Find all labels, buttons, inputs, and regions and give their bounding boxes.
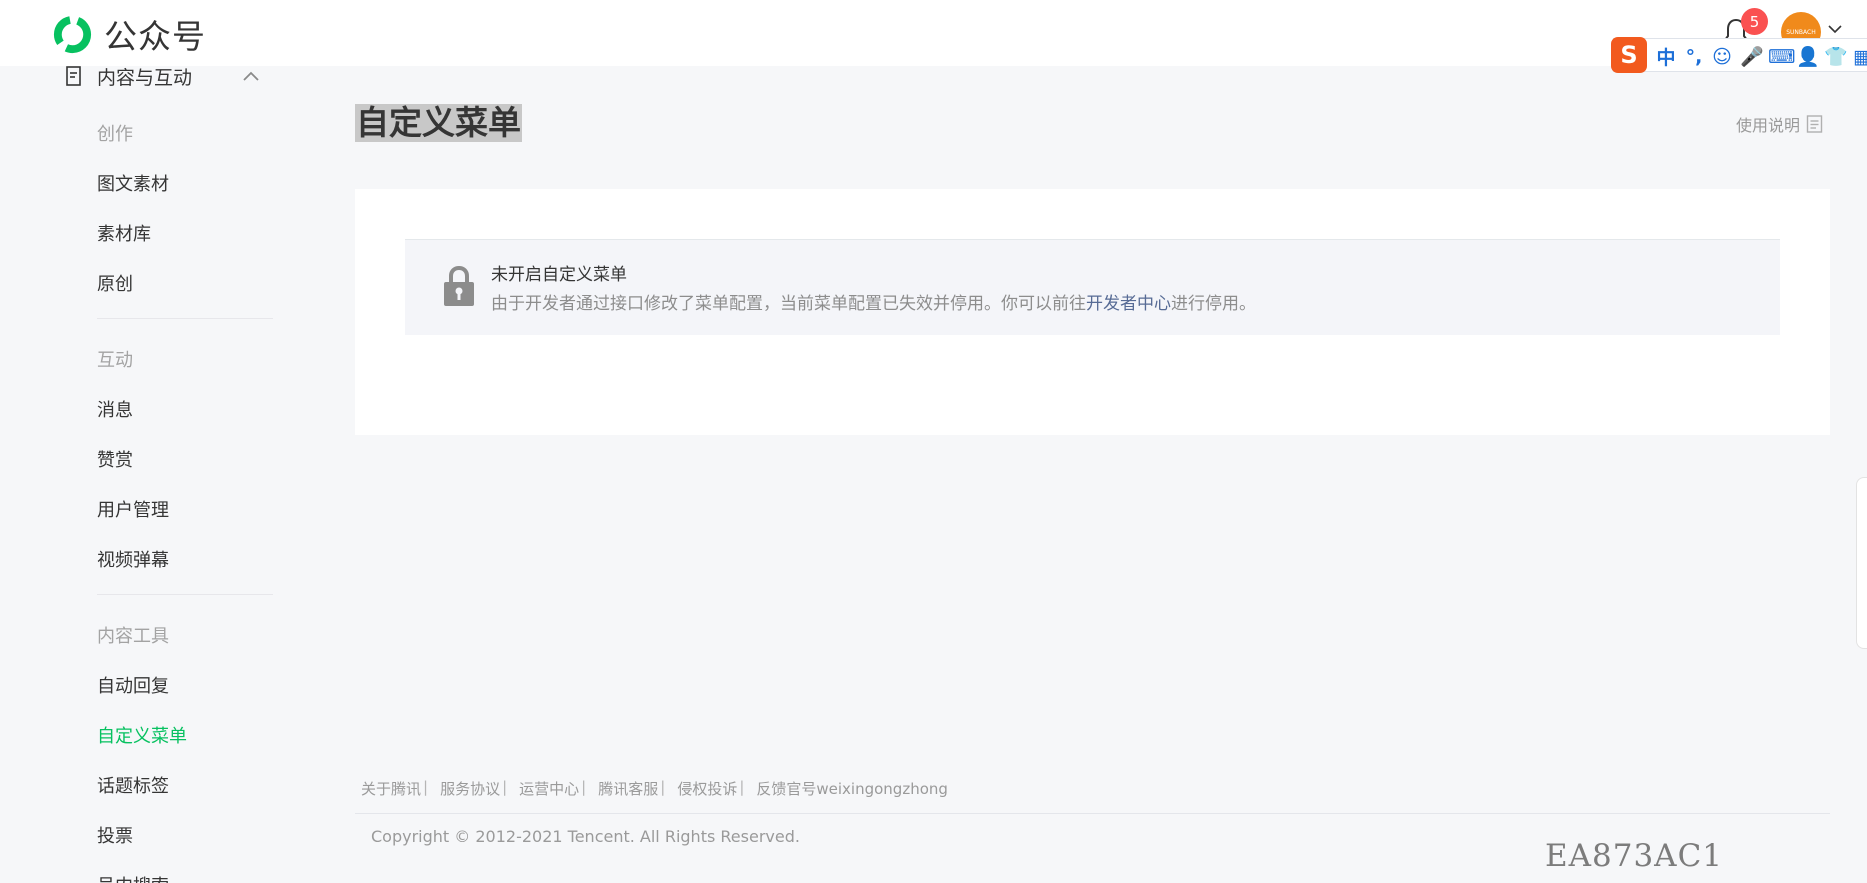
- footer-link-feedback[interactable]: 反馈官号weixingongzhong: [756, 778, 948, 799]
- sidebar-category-tools: 内容工具: [97, 626, 169, 647]
- side-drawer-tab[interactable]: [1856, 477, 1867, 649]
- emoji-icon[interactable]: ☺: [1712, 46, 1732, 68]
- toolbox-icon[interactable]: ▦: [1852, 46, 1867, 68]
- sidebar-item-rewards[interactable]: 赞赏: [97, 446, 133, 472]
- document-icon: [66, 66, 81, 86]
- sidebar-item-search[interactable]: 号内搜索: [97, 872, 169, 883]
- copyright-text: Copyright © 2012-2021 Tencent. All Right…: [371, 827, 800, 846]
- skin-icon[interactable]: 👕: [1824, 45, 1848, 68]
- content-card: 未开启自定义菜单 由于开发者通过接口修改了菜单配置，当前菜单配置已失效并停用。你…: [355, 189, 1830, 435]
- lock-icon: [444, 265, 474, 306]
- sidebar-category-interact: 互动: [97, 350, 133, 371]
- usage-guide-link[interactable]: 使用说明: [1736, 112, 1823, 136]
- page-title: 自定义菜单: [355, 103, 522, 142]
- footer-links: 关于腾讯 | 服务协议 | 运营中心 | 腾讯客服 | 侵权投诉 | 反馈官号weixin…: [361, 778, 948, 799]
- brand-logo[interactable]: 公众号: [51, 10, 206, 58]
- footer-link-ops-center[interactable]: 运营中心: [519, 778, 579, 799]
- notice-text-end: 进行停用。: [1171, 294, 1256, 314]
- sidebar-divider: [97, 318, 273, 319]
- notification-badge: 5: [1741, 8, 1768, 35]
- footer-separator: |: [739, 778, 745, 796]
- document-icon: [1806, 115, 1823, 133]
- sidebar-item-users[interactable]: 用户管理: [97, 496, 169, 522]
- footer-divider: [355, 813, 1830, 814]
- sidebar-item-auto-reply[interactable]: 自动回复: [97, 672, 169, 698]
- sogou-logo-icon[interactable]: S: [1611, 37, 1647, 73]
- avatar-text: SUNBACH: [1786, 28, 1816, 36]
- footer-separator: |: [581, 778, 587, 796]
- ime-punctuation[interactable]: °,: [1684, 46, 1704, 68]
- ime-chinese-mode[interactable]: 中: [1656, 43, 1676, 70]
- developer-center-link[interactable]: 开发者中心: [1086, 294, 1171, 314]
- sidebar-category-create: 创作: [97, 124, 133, 145]
- notice-description: 由于开发者通过接口修改了菜单配置，当前菜单配置已失效并停用。你可以前往开发者中心…: [491, 289, 1256, 314]
- sidebar-item-voting[interactable]: 投票: [97, 822, 133, 848]
- chevron-up-icon[interactable]: [242, 70, 260, 82]
- sidebar-item-library[interactable]: 素材库: [97, 220, 151, 246]
- footer-separator: |: [660, 778, 666, 796]
- sidebar-item-articles[interactable]: 图文素材: [97, 170, 169, 196]
- sidebar-item-video-danmaku[interactable]: 视频弹幕: [97, 546, 169, 572]
- footer-link-terms[interactable]: 服务协议: [440, 778, 500, 799]
- notice-panel: 未开启自定义菜单 由于开发者通过接口修改了菜单配置，当前菜单配置已失效并停用。你…: [405, 239, 1780, 335]
- notice-text: 由于开发者通过接口修改了菜单配置，当前菜单配置已失效并停用。你可以前往: [491, 294, 1086, 314]
- keyboard-icon[interactable]: ⌨: [1768, 46, 1795, 68]
- sidebar-item-messages[interactable]: 消息: [97, 396, 133, 422]
- ime-toolbar: S 中 °, ☺ 🎤 ⌨ 👤 👕 ▦: [1611, 37, 1867, 73]
- footer-link-support[interactable]: 腾讯客服: [598, 778, 658, 799]
- microphone-icon[interactable]: 🎤: [1740, 45, 1764, 68]
- brand-name: 公众号: [104, 17, 206, 56]
- sidebar-divider: [97, 594, 273, 595]
- footer-separator: |: [423, 778, 429, 796]
- footer-link-about[interactable]: 关于腾讯: [361, 778, 421, 799]
- sidebar-section-content[interactable]: 内容与互动: [62, 66, 272, 89]
- sidebar: 内容与互动 创作 图文素材 素材库 原创 互动 消息 赞赏 用户管理 视频弹幕 …: [0, 66, 300, 883]
- user-icon[interactable]: 👤: [1796, 45, 1820, 68]
- top-bar: 公众号 5 SUNBACH: [0, 0, 1867, 66]
- usage-guide-label: 使用说明: [1736, 116, 1801, 135]
- notice-title: 未开启自定义菜单: [491, 265, 627, 285]
- footer-link-infringement[interactable]: 侵权投诉: [677, 778, 737, 799]
- sidebar-item-original[interactable]: 原创: [97, 270, 133, 296]
- sidebar-item-topic-tags[interactable]: 话题标签: [97, 772, 169, 798]
- sidebar-item-custom-menu[interactable]: 自定义菜单: [97, 722, 187, 748]
- wechat-mp-logo-icon: [53, 15, 92, 53]
- footer-separator: |: [502, 778, 508, 796]
- sidebar-section-label: 内容与互动: [97, 67, 193, 89]
- chevron-down-icon[interactable]: [1828, 24, 1842, 34]
- overlay-code: EA873AC1: [1545, 838, 1724, 874]
